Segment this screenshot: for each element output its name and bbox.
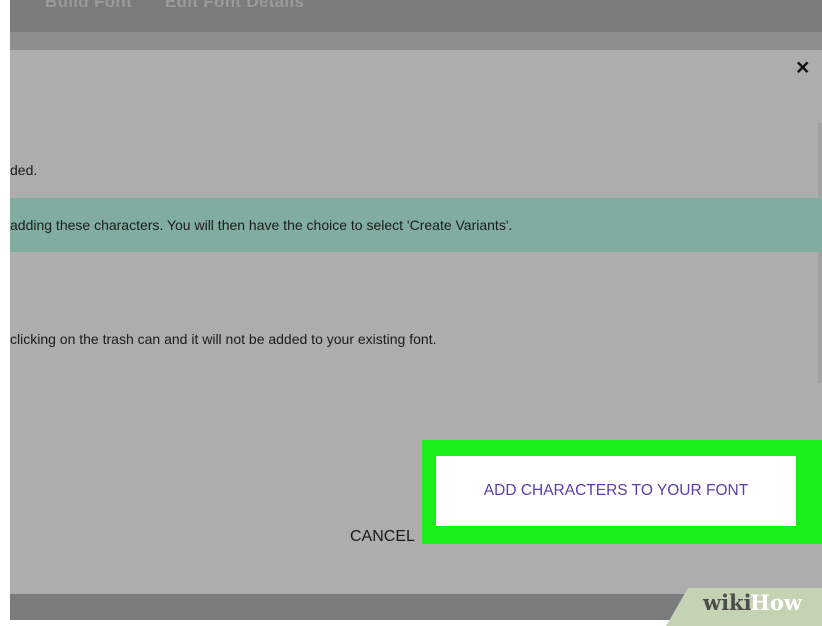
watermark-how-text: How	[750, 590, 802, 615]
close-icon[interactable]: ×	[796, 53, 809, 81]
cancel-button[interactable]: CANCEL	[350, 528, 415, 546]
dialog-message-remove: clicking on the trash can and it will no…	[10, 331, 437, 347]
top-nav: Build Font Edit Font Details	[10, 0, 822, 32]
info-banner-text: adding these characters. You will then h…	[10, 217, 513, 233]
page-backdrop: Build Font Edit Font Details × ded. addi…	[10, 0, 822, 620]
scrollbar[interactable]	[818, 123, 822, 383]
dialog-message-intro: ded.	[10, 162, 38, 178]
add-characters-button[interactable]: ADD CHARACTERS TO YOUR FONT	[436, 456, 796, 526]
nav-item-edit-font-details[interactable]: Edit Font Details	[165, 0, 304, 12]
nav-item-build-font[interactable]: Build Font	[45, 0, 132, 12]
info-banner: adding these characters. You will then h…	[10, 198, 822, 252]
watermark-wiki-text: wiki	[703, 590, 752, 615]
wikihow-watermark: wiki How	[655, 584, 822, 626]
